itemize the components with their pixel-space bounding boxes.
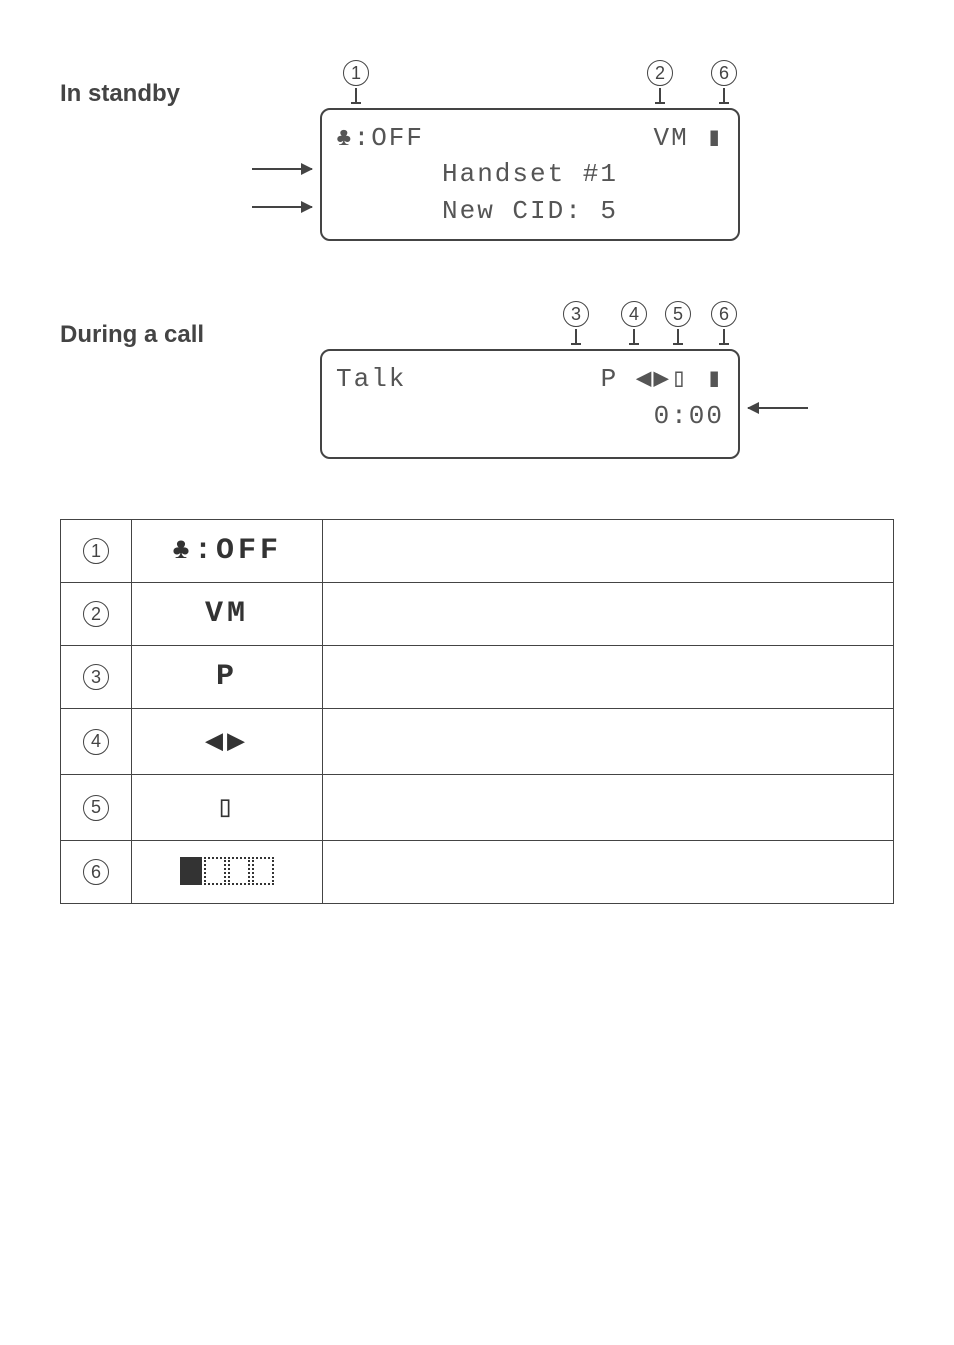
- legend-sym-3: P: [132, 646, 323, 709]
- callouts-call: 3 4 5 6: [320, 301, 740, 349]
- battery-icon: [179, 855, 275, 889]
- legend-desc-1: [323, 520, 894, 583]
- legend-num-3: 3: [83, 664, 109, 690]
- callout-5: 5: [665, 301, 691, 345]
- legend-sym-6: [132, 841, 323, 904]
- heading-standby: In standby: [60, 60, 320, 108]
- diagram-call: 3 4 5 6 TalkP ◀▶▯ ▮ 0:00: [320, 301, 740, 459]
- callout-1: 1: [343, 60, 369, 104]
- legend-num-1: 1: [83, 538, 109, 564]
- callouts-standby: 1 2 6: [320, 60, 740, 108]
- diagram-standby: 1 2 6 ♣:OFFVM ▮ Handset #1 New CID: 5: [320, 60, 740, 241]
- lcd-call: TalkP ◀▶▯ ▮ 0:00: [320, 349, 740, 459]
- table-row: 2 VM: [61, 583, 894, 646]
- callout-6: 6: [711, 60, 737, 104]
- arrow-line2: [252, 168, 312, 170]
- legend-desc-3: [323, 646, 894, 709]
- table-row: 3 P: [61, 646, 894, 709]
- lcd-standby-line1: ♣:OFFVM ▮: [336, 120, 724, 156]
- table-row: 1 ♣:OFF: [61, 520, 894, 583]
- legend-table: 1 ♣:OFF 2 VM 3 P 4 ◀▶ 5 ▯ 6: [60, 519, 894, 904]
- callout-6b: 6: [711, 301, 737, 345]
- legend-desc-2: [323, 583, 894, 646]
- lcd-standby: ♣:OFFVM ▮ Handset #1 New CID: 5: [320, 108, 740, 241]
- legend-sym-4: ◀▶: [132, 709, 323, 775]
- table-row: 4 ◀▶: [61, 709, 894, 775]
- legend-desc-4: [323, 709, 894, 775]
- table-row: 5 ▯: [61, 775, 894, 841]
- callout-3: 3: [563, 301, 589, 345]
- lcd-call-line2: 0:00: [336, 398, 724, 434]
- legend-num-6: 6: [83, 859, 109, 885]
- legend-num-2: 2: [83, 601, 109, 627]
- arrow-timer: [748, 407, 808, 409]
- legend-sym-5: ▯: [132, 775, 323, 841]
- legend-desc-6: [323, 841, 894, 904]
- legend-num-5: 5: [83, 795, 109, 821]
- section-standby: In standby 1 2 6 ♣:OFFVM ▮ Handset #1 Ne…: [60, 60, 894, 241]
- legend-num-4: 4: [83, 729, 109, 755]
- lcd-standby-line2: Handset #1: [336, 156, 724, 192]
- callout-4: 4: [621, 301, 647, 345]
- heading-call: During a call: [60, 301, 320, 349]
- legend-sym-2: VM: [132, 583, 323, 646]
- table-row: 6: [61, 841, 894, 904]
- arrow-line3: [252, 206, 312, 208]
- legend-desc-5: [323, 775, 894, 841]
- lcd-call-line1: TalkP ◀▶▯ ▮: [336, 361, 724, 397]
- lcd-standby-line3: New CID: 5: [336, 193, 724, 229]
- callout-2: 2: [647, 60, 673, 104]
- legend-sym-1: ♣:OFF: [132, 520, 323, 583]
- section-call: During a call 3 4 5 6 TalkP ◀▶▯ ▮ 0:00: [60, 301, 894, 459]
